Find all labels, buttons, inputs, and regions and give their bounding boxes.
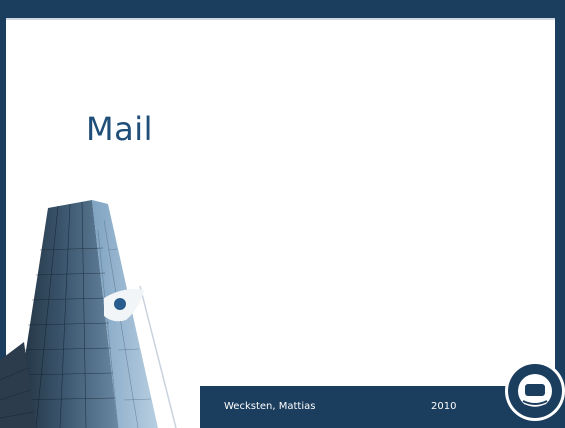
footer-author: Wecksten, Mattias <box>224 401 316 412</box>
slide-top-bar <box>0 0 565 18</box>
slide-title: Mail <box>86 110 153 148</box>
footer-year: 2010 <box>431 401 457 412</box>
university-logo <box>505 361 565 421</box>
slide-footer: Wecksten, Mattias 2010 <box>200 386 555 428</box>
building-photo <box>0 200 177 428</box>
slide-top-divider <box>6 18 555 20</box>
slide: Mail Wecksten, Mattias 2010 <box>0 0 565 428</box>
